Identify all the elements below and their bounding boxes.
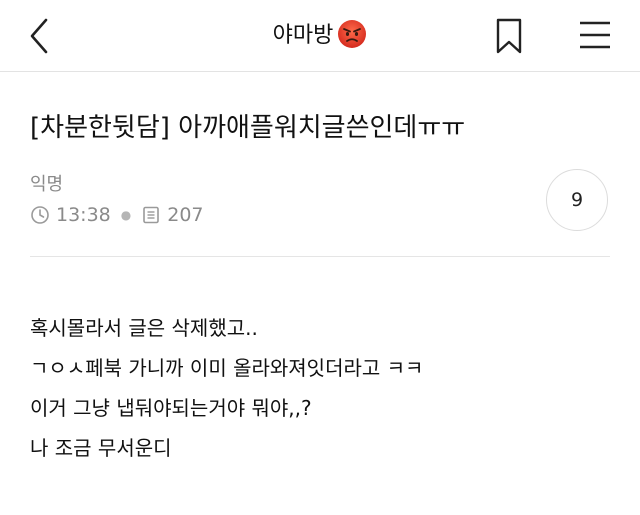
post-body: 혹시몰라서 글은 삭제했고.. ㄱㅇㅅ페북 가니까 이미 올라와져잇더라고 ㅋㅋ… [30,310,423,470]
comment-count-button[interactable]: 9 [546,169,608,231]
divider [30,256,610,257]
bookmark-icon [496,18,522,54]
menu-button[interactable] [578,18,612,52]
comment-count: 9 [570,189,584,211]
document-icon [143,206,160,224]
hamburger-menu-icon [580,21,610,49]
post-body-line: 나 조금 무서운디 [30,436,172,460]
post-title: [차분한뒷담] 아까애플워치글쓴인데ㅠㅠ [30,113,466,143]
post-body-line: 이거 그냥 냅둬야되는거야 뭐야,,? [30,396,312,420]
angry-face-icon [338,20,367,48]
bookmark-button[interactable] [494,16,524,56]
post-author: 익명 [30,174,64,195]
clock-icon [31,206,49,224]
post-body-line: 혹시몰라서 글은 삭제했고.. [30,316,258,340]
post-time: 13:38 [56,204,111,226]
top-bar: 야마방 [0,0,640,72]
board-title-text: 야마방 [272,23,334,48]
board-title: 야마방 [0,18,640,54]
post-meta: 13:38 ● 207 [30,201,204,229]
meta-separator: ● [120,208,132,222]
post-body-line: ㄱㅇㅅ페북 가니까 이미 올라와져잇더라고 ㅋㅋ [30,356,424,380]
post-views: 207 [167,204,204,226]
